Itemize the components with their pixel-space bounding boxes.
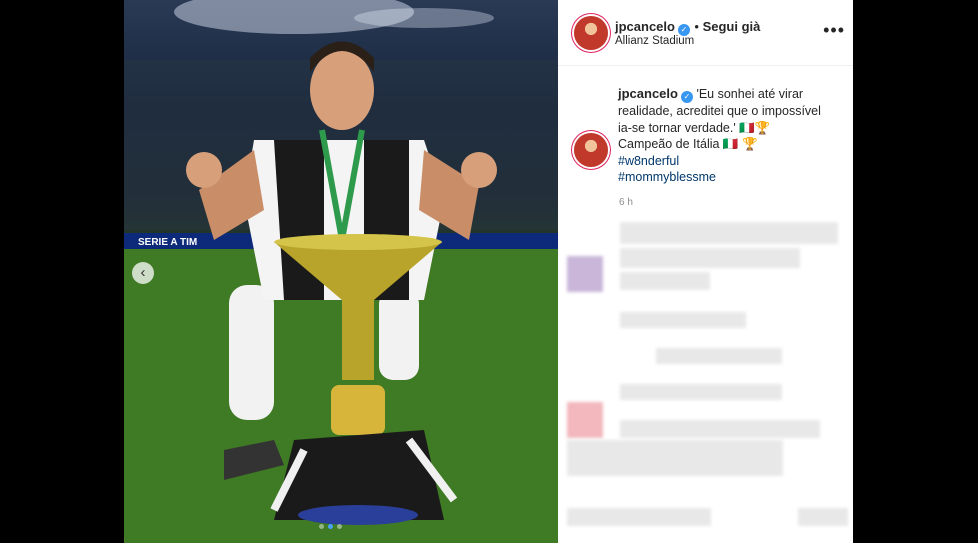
carousel-dot	[337, 524, 342, 529]
caption-username-link[interactable]: jpcancelo	[618, 86, 678, 101]
blurred-comment	[567, 508, 711, 526]
photo-illustration: SERIE A TIM	[124, 0, 558, 543]
carousel-dot-active	[328, 524, 333, 529]
separator-dot: •	[694, 19, 703, 34]
blurred-comment	[620, 420, 820, 438]
post-sidebar: jpcancelo ✓ • Segui già Allianz Stadium •…	[558, 0, 853, 543]
blurred-comment	[620, 248, 800, 268]
carousel-dot	[319, 524, 324, 529]
hashtag-link[interactable]: #mommyblessme	[618, 169, 838, 186]
blurred-comment	[620, 222, 838, 244]
carousel-prev-button[interactable]: ‹	[132, 262, 154, 284]
post-header: jpcancelo ✓ • Segui già Allianz Stadium •…	[558, 0, 853, 66]
verified-badge-icon: ✓	[680, 91, 693, 103]
hashtag-link[interactable]: #w8nderful	[618, 153, 838, 170]
avatar[interactable]	[574, 16, 608, 50]
blurred-comment	[567, 440, 783, 476]
blurred-avatar	[567, 402, 603, 438]
more-options-icon[interactable]: •••	[823, 20, 845, 41]
location-link[interactable]: Allianz Stadium	[615, 35, 694, 47]
username-link[interactable]: jpcancelo	[615, 19, 675, 34]
instagram-post: SERIE A TIM ‹ jpcancelo ✓ • Segui già Al…	[124, 0, 853, 543]
post-photo[interactable]: SERIE A TIM ‹	[124, 0, 558, 543]
ad-board-text: SERIE A TIM	[138, 237, 197, 248]
blurred-avatar	[567, 256, 603, 292]
follow-status-button[interactable]: Segui già	[703, 19, 761, 34]
blurred-comment	[656, 348, 782, 364]
post-caption: jpcancelo ✓ 'Eu sonhei até virar realidad…	[618, 86, 838, 186]
post-timestamp[interactable]: 6 h	[619, 197, 633, 208]
caption-avatar[interactable]	[574, 133, 608, 167]
blurred-comment	[620, 272, 710, 290]
header-title: jpcancelo ✓ • Segui già	[615, 18, 760, 36]
blurred-comment	[620, 312, 746, 328]
carousel-dots	[319, 524, 342, 529]
blurred-comment	[620, 384, 782, 400]
blurred-comment	[798, 508, 848, 526]
caption-line2: Campeão de Itália 🇮🇹 🏆	[618, 137, 758, 151]
